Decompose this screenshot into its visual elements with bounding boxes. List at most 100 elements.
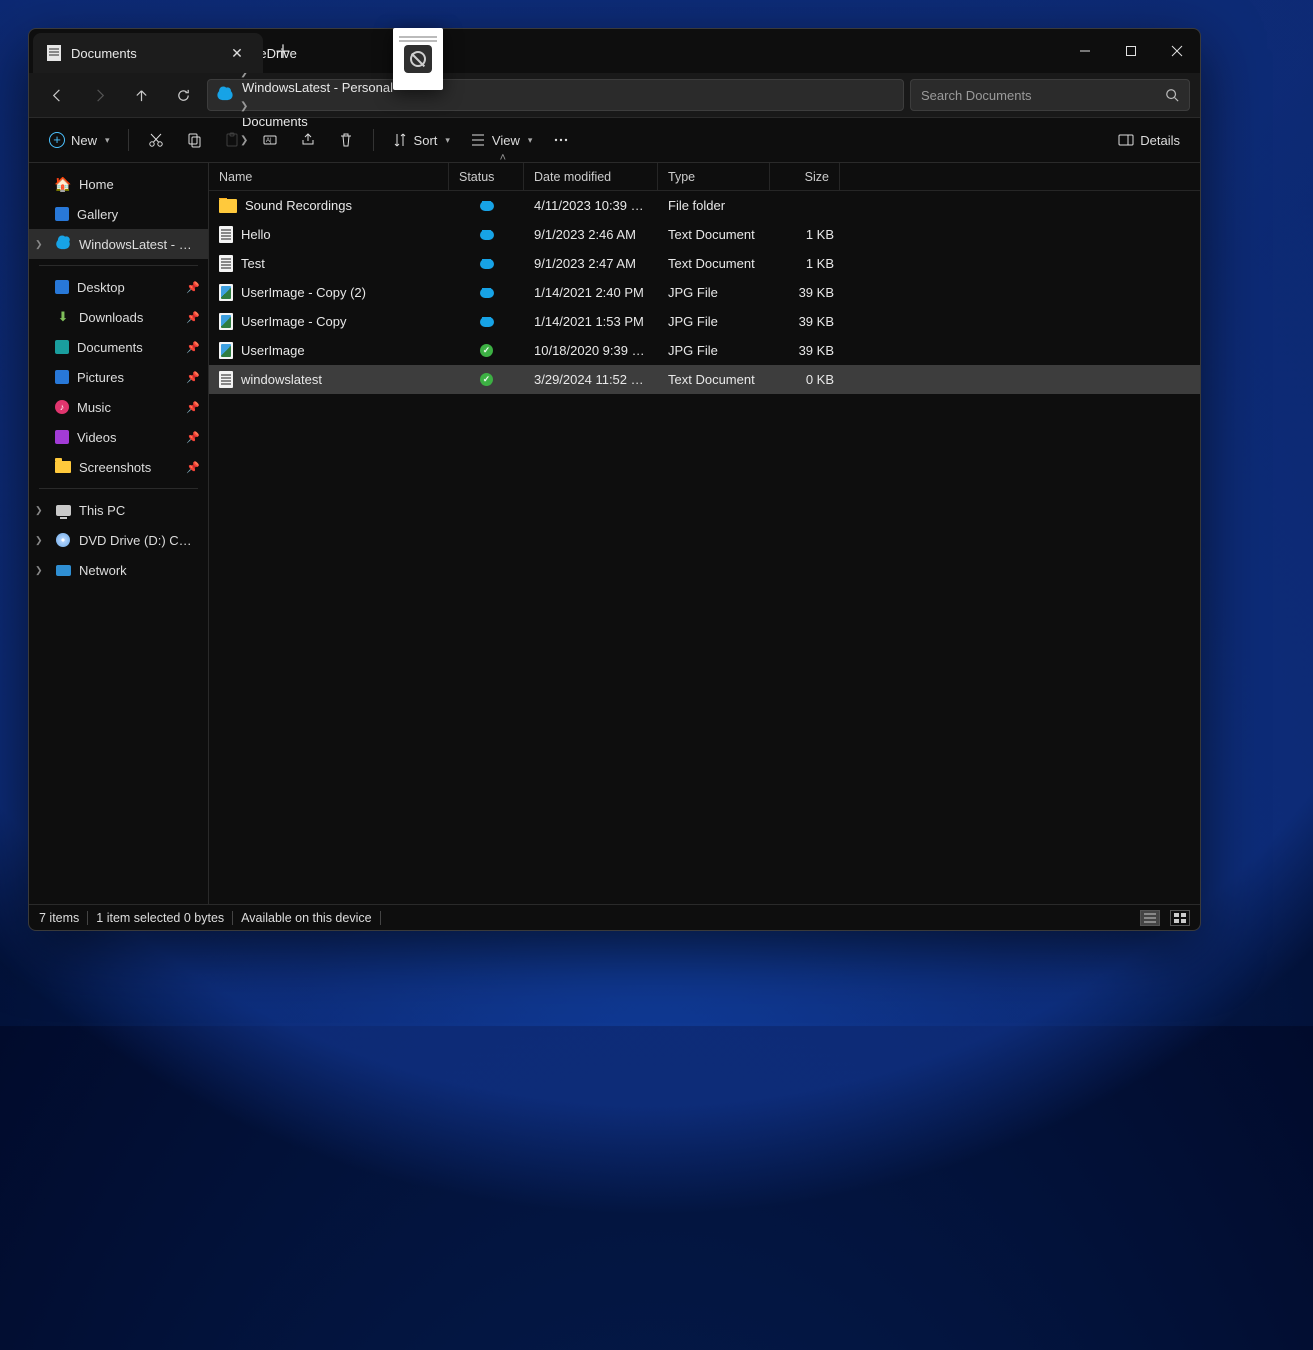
nav-item-gallery[interactable]: Gallery: [29, 199, 208, 229]
col-date[interactable]: Date modified: [524, 163, 658, 190]
file-size: 39 KB: [770, 343, 840, 358]
synced-status-icon: [480, 373, 493, 386]
breadcrumb-bar[interactable]: OneDrive❯WindowsLatest - Personal❯Docume…: [207, 79, 904, 111]
file-type: Text Document: [658, 227, 770, 242]
col-status[interactable]: Status: [449, 163, 524, 190]
file-row[interactable]: UserImage - Copy (2)1/14/2021 2:40 PMJPG…: [209, 278, 1200, 307]
nav-item-desktop[interactable]: Desktop📌: [29, 272, 208, 302]
search-icon: [1165, 88, 1179, 102]
folder-icon: [55, 370, 69, 384]
nav-item-label: Music: [77, 400, 111, 415]
navigation-pane[interactable]: 🏠Home Gallery ❯WindowsLatest - Personal Des…: [29, 163, 209, 904]
nav-item-this-pc[interactable]: ❯ This PC: [29, 495, 208, 525]
search-input[interactable]: [921, 88, 1157, 103]
status-bar: 7 items 1 item selected 0 bytes Availabl…: [29, 904, 1200, 930]
nav-item-network[interactable]: ❯Network: [29, 555, 208, 585]
tab-documents[interactable]: Documents ✕: [33, 33, 263, 73]
network-icon: [55, 562, 71, 578]
nav-item-label: Pictures: [77, 370, 124, 385]
nav-item-label: Gallery: [77, 207, 118, 222]
file-row[interactable]: UserImage10/18/2020 9:39 PMJPG File39 KB: [209, 336, 1200, 365]
chevron-right-icon[interactable]: ❯: [35, 535, 43, 546]
address-bar: OneDrive❯WindowsLatest - Personal❯Docume…: [29, 73, 1200, 117]
details-view-button[interactable]: [1140, 910, 1160, 926]
file-name: UserImage: [241, 343, 305, 358]
file-type: Text Document: [658, 256, 770, 271]
cut-button[interactable]: [139, 127, 173, 153]
plus-circle-icon: +: [49, 132, 65, 148]
file-row[interactable]: Hello9/1/2023 2:46 AMText Document1 KB: [209, 220, 1200, 249]
more-button[interactable]: [544, 127, 578, 153]
col-type[interactable]: Type: [658, 163, 770, 190]
nav-item-label: Videos: [77, 430, 117, 445]
downloads-icon: ⬇: [55, 309, 71, 325]
delete-button[interactable]: [329, 127, 363, 153]
rename-button[interactable]: A|: [253, 127, 287, 153]
column-headers[interactable]: Name Status Date modified Type Size: [209, 163, 1200, 191]
minimize-button[interactable]: [1062, 29, 1108, 73]
file-date: 9/1/2023 2:46 AM: [524, 227, 658, 242]
chevron-right-icon[interactable]: ❯: [35, 239, 43, 250]
thumbnails-view-button[interactable]: [1170, 910, 1190, 926]
new-button[interactable]: + New▾: [41, 127, 118, 153]
share-button[interactable]: [291, 127, 325, 153]
paste-button[interactable]: [215, 127, 249, 153]
nav-item-pictures[interactable]: Pictures📌: [29, 362, 208, 392]
chevron-right-icon[interactable]: ❯: [35, 505, 43, 516]
file-date: 1/14/2021 1:53 PM: [524, 314, 658, 329]
file-row[interactable]: UserImage - Copy1/14/2021 1:53 PMJPG Fil…: [209, 307, 1200, 336]
file-row[interactable]: Test9/1/2023 2:47 AMText Document1 KB: [209, 249, 1200, 278]
file-row[interactable]: windowslatest3/29/2024 11:52 PMText Docu…: [209, 365, 1200, 394]
search-box[interactable]: [910, 79, 1190, 111]
maximize-button[interactable]: [1108, 29, 1154, 73]
nav-item-videos[interactable]: Videos📌: [29, 422, 208, 452]
tab-close-button[interactable]: ✕: [225, 41, 249, 65]
text-file-icon: [219, 255, 233, 272]
document-icon: [47, 45, 61, 61]
col-name[interactable]: Name: [209, 163, 449, 190]
close-button[interactable]: [1154, 29, 1200, 73]
nav-item-label: DVD Drive (D:) CCCOMA_X64FRE: [79, 533, 198, 548]
copy-button[interactable]: [177, 127, 211, 153]
sort-button[interactable]: Sort▾: [384, 127, 458, 153]
image-file-icon: [219, 342, 233, 359]
col-size[interactable]: Size: [770, 163, 840, 190]
nav-item-label: This PC: [79, 503, 125, 518]
file-type: JPG File: [658, 343, 770, 358]
status-availability: Available on this device: [241, 911, 371, 925]
synced-status-icon: [480, 344, 493, 357]
file-type: File folder: [658, 198, 770, 213]
file-explorer-window: Documents ✕ ＋ OneDrive❯WindowsLatest - P…: [28, 28, 1201, 931]
drag-cursor-ghost: [393, 28, 443, 90]
chevron-right-icon[interactable]: ❯: [238, 101, 250, 112]
text-file-icon: [219, 371, 233, 388]
nav-item-windowslatest-personal[interactable]: ❯WindowsLatest - Personal: [29, 229, 208, 259]
file-type: Text Document: [658, 372, 770, 387]
forward-button[interactable]: [81, 79, 117, 111]
nav-item-documents[interactable]: Documents📌: [29, 332, 208, 362]
nav-item-dvd-drive-d-cccoma-x64fre[interactable]: ❯ DVD Drive (D:) CCCOMA_X64FRE: [29, 525, 208, 555]
cloud-status-icon: [480, 317, 494, 327]
tab-title: Documents: [71, 46, 215, 61]
file-name: Hello: [241, 227, 271, 242]
chevron-right-icon[interactable]: ❯: [35, 565, 43, 576]
details-pane-button[interactable]: Details: [1110, 127, 1188, 153]
status-item-count: 7 items: [39, 911, 79, 925]
nav-item-downloads[interactable]: ⬇Downloads📌: [29, 302, 208, 332]
file-date: 9/1/2023 2:47 AM: [524, 256, 658, 271]
nav-item-home[interactable]: 🏠Home: [29, 169, 208, 199]
titlebar[interactable]: Documents ✕ ＋: [29, 29, 1200, 73]
file-list[interactable]: Name Status Date modified Type Size Soun…: [209, 163, 1200, 904]
refresh-button[interactable]: [165, 79, 201, 111]
nav-item-music[interactable]: ♪Music📌: [29, 392, 208, 422]
file-row[interactable]: Sound Recordings4/11/2023 10:39 PMFile f…: [209, 191, 1200, 220]
home-icon: 🏠: [55, 176, 71, 192]
nav-item-screenshots[interactable]: Screenshots📌: [29, 452, 208, 482]
pin-icon: 📌: [186, 461, 200, 474]
text-file-icon: [219, 226, 233, 243]
file-date: 4/11/2023 10:39 PM: [524, 198, 658, 213]
up-button[interactable]: [123, 79, 159, 111]
breadcrumb-windowslatest-personal[interactable]: WindowsLatest - Personal: [238, 78, 397, 97]
view-button[interactable]: View▾: [462, 127, 540, 153]
back-button[interactable]: [39, 79, 75, 111]
